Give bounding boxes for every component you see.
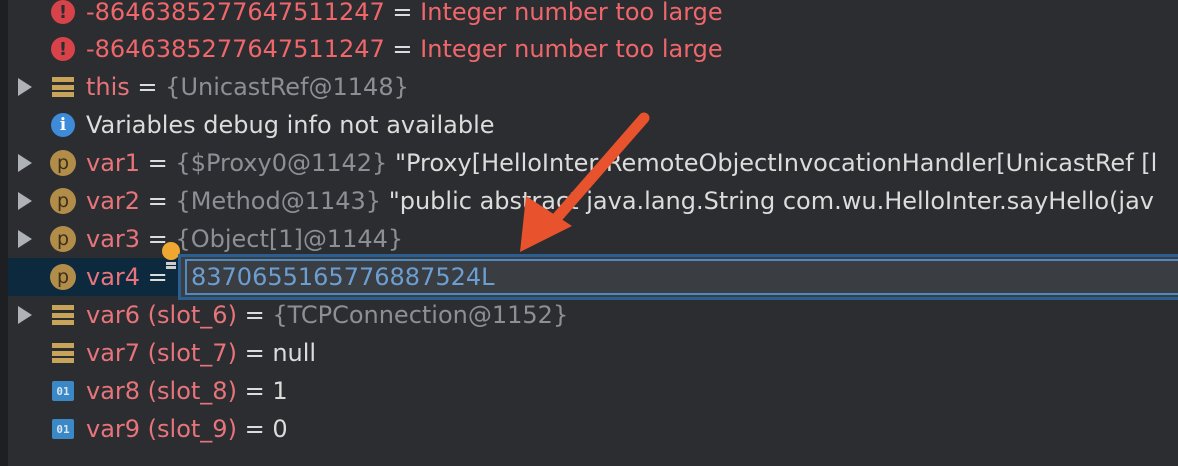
annotation-arrow-shaft [542, 112, 650, 234]
annotation-arrow [520, 112, 650, 252]
